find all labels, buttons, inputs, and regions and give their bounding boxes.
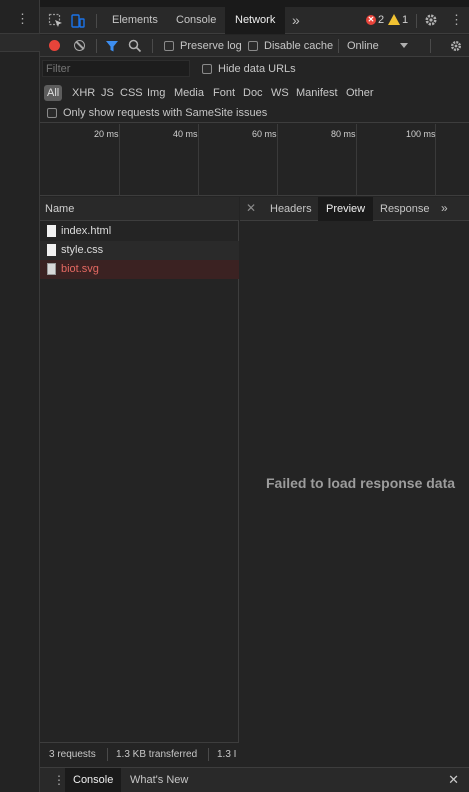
filter-input[interactable] [42,60,190,77]
broken-image-icon [47,263,56,275]
type-filter-font[interactable]: Font [211,85,237,101]
disable-cache-label[interactable]: Disable cache [264,40,333,53]
error-count[interactable]: 2 [378,14,384,27]
more-vertical-icon[interactable]: ⋮ [53,773,65,787]
disable-cache-checkbox[interactable] [248,41,258,51]
type-filter-css[interactable]: CSS [118,85,145,101]
request-detail-pane: ✕ Headers Preview Response » Failed to l… [240,197,469,767]
filter-icon[interactable] [105,39,119,56]
timeline-tick-label: 60 ms [252,129,277,139]
samesite-row: Only show requests with SameSite issues [40,104,469,123]
table-row[interactable]: index.html [40,222,239,241]
device-toolbar-icon[interactable] [70,13,86,29]
more-vertical-icon[interactable]: ⋮ [450,12,466,28]
preserve-log-checkbox[interactable] [164,41,174,51]
toolbar-divider [430,39,431,53]
timeline-tick-label: 80 ms [331,129,356,139]
warning-icon[interactable] [388,14,400,25]
tabbar-divider [416,14,417,28]
drawer-tabbar: ⋮ Console What's New ✕ [40,767,469,792]
request-list: Name index.html style.css biot.svg 3 req… [40,197,239,767]
timeline-gridline [356,124,357,196]
error-icon[interactable]: ✕ [366,15,376,25]
drawer-tab-console[interactable]: Console [65,768,122,792]
detail-tabbar: ✕ Headers Preview Response » [240,197,469,221]
table-row[interactable]: biot.svg [40,260,239,279]
transferred-size: 1.3 KB transferred [116,749,198,760]
timeline-tick-label: 100 ms [406,129,436,139]
clear-icon[interactable] [74,40,85,51]
throttling-select[interactable]: Online [347,40,379,53]
tab-preview[interactable]: Preview [318,197,374,221]
tabbar-divider [96,14,97,28]
timeline-overview[interactable]: 20 ms 40 ms 60 ms 80 ms 100 ms [40,124,469,196]
timeline-tick-label: 40 ms [173,129,198,139]
tab-elements[interactable]: Elements [102,7,168,34]
timeline-gridline [198,124,199,196]
chevron-down-icon[interactable] [400,43,408,48]
timeline-gridline [119,124,120,196]
type-filter-media[interactable]: Media [172,85,206,101]
close-icon[interactable]: ✕ [448,772,459,788]
network-summary-bar: 3 requests 1.3 KB transferred 1.3 I [40,742,239,767]
request-count: 3 requests [49,749,96,760]
chevron-double-right-icon[interactable]: » [441,201,448,215]
request-name: index.html [61,225,112,237]
chevron-double-right-icon[interactable]: » [292,12,308,28]
tab-headers[interactable]: Headers [262,197,320,221]
toolbar-divider [152,39,153,53]
resources-size: 1.3 I [217,749,237,760]
filter-row: Hide data URLs [40,58,469,80]
tab-network[interactable]: Network [225,7,286,34]
tab-response[interactable]: Response [372,197,438,221]
summary-divider [107,748,108,761]
preserve-log-label[interactable]: Preserve log [180,40,242,53]
left-strip: ⋮ [0,0,40,792]
search-icon[interactable] [128,39,142,56]
preview-error-message: Failed to load response data [266,475,456,491]
samesite-checkbox[interactable] [47,108,57,118]
document-icon [47,225,56,237]
samesite-label[interactable]: Only show requests with SameSite issues [63,107,267,120]
inspect-element-icon[interactable] [48,13,64,29]
type-filter-ws[interactable]: WS [269,85,291,101]
name-column-header[interactable]: Name [40,197,239,221]
more-vertical-icon[interactable]: ⋮ [16,12,29,25]
type-filter-js[interactable]: JS [99,85,116,101]
hide-data-urls-label[interactable]: Hide data URLs [218,63,296,76]
toolbar-divider [338,39,339,53]
network-settings-icon[interactable] [449,39,463,56]
record-icon[interactable] [49,40,60,51]
toolbar-divider [96,39,97,53]
request-name: biot.svg [61,263,99,275]
close-icon[interactable]: ✕ [246,201,256,215]
network-toolbar: Preserve log Disable cache Online [40,35,469,57]
table-row[interactable]: style.css [40,241,239,260]
document-icon [47,244,56,256]
timeline-gridline [277,124,278,196]
summary-divider [208,748,209,761]
type-filter-xhr[interactable]: XHR [70,85,97,101]
type-filter-doc[interactable]: Doc [241,85,265,101]
name-column-label: Name [45,203,75,215]
request-name: style.css [61,244,104,256]
top-edge [40,0,469,7]
type-filter-img[interactable]: Img [145,85,167,101]
drawer-tab-whats-new[interactable]: What's New [122,768,196,792]
type-filter-all[interactable]: All [44,85,63,101]
settings-icon[interactable] [423,12,439,28]
type-filter-other[interactable]: Other [344,85,376,101]
type-filter-manifest[interactable]: Manifest [294,85,340,101]
hide-data-urls-checkbox[interactable] [202,64,212,74]
resource-type-filters: All XHR JS CSS Img Media Font Doc WS Man… [40,82,469,104]
devtools-panel: Elements Console Network » ✕ 2 1 ⋮ Prese… [40,0,469,792]
tab-console[interactable]: Console [166,7,226,34]
timeline-tick-label: 20 ms [94,129,119,139]
warning-count[interactable]: 1 [402,14,408,27]
devtools-tabbar: Elements Console Network » ✕ 2 1 ⋮ [40,7,469,34]
strip-block [0,34,40,52]
